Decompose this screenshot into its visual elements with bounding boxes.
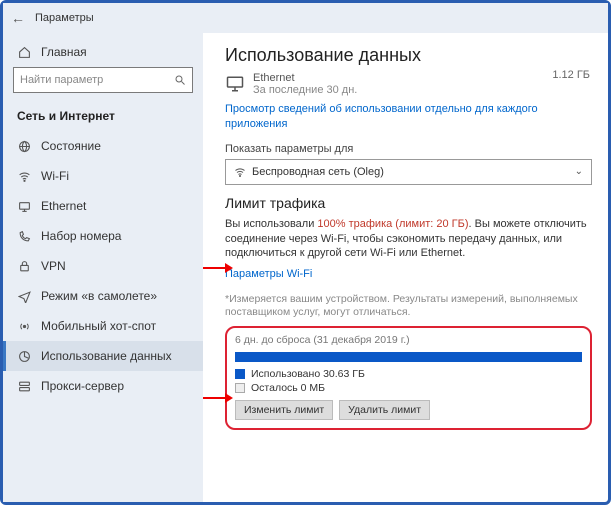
titlebar-label: Параметры: [35, 12, 94, 24]
legend-used-label: Использовано 30.63 ГБ: [251, 368, 365, 380]
sidebar-item-label: VPN: [41, 259, 66, 273]
sidebar-item-data-usage[interactable]: Использование данных: [3, 341, 203, 371]
wifi-icon: [234, 166, 246, 178]
sidebar-item-proxy[interactable]: Прокси-сервер: [3, 371, 203, 401]
search-icon: [174, 74, 186, 86]
titlebar: ← Параметры: [3, 3, 608, 33]
footnote: *Измеряется вашим устройством. Результат…: [225, 293, 592, 320]
total-usage: 1.12 ГБ: [552, 69, 590, 81]
home-icon: [17, 46, 31, 59]
swatch-blue: [235, 369, 245, 379]
legend-used: Использовано 30.63 ГБ: [235, 368, 582, 380]
proxy-icon: [17, 380, 31, 393]
sidebar-item-hotspot[interactable]: Мобильный хот-спот: [3, 311, 203, 341]
sidebar-item-vpn[interactable]: VPN: [3, 251, 203, 281]
sidebar-item-status[interactable]: Состояние: [3, 131, 203, 161]
per-app-link[interactable]: Просмотр сведений об использовании отдел…: [225, 102, 592, 133]
hotspot-icon: [17, 320, 31, 333]
eth-sub: За последние 30 дн.: [253, 84, 357, 96]
search-input[interactable]: Найти параметр: [13, 67, 193, 93]
dropdown-value: Беспроводная сеть (Oleg): [252, 166, 575, 178]
wifi-icon: [17, 170, 31, 183]
sidebar-section-title: Сеть и Интернет: [3, 103, 203, 131]
search-placeholder: Найти параметр: [20, 74, 103, 86]
delete-limit-button[interactable]: Удалить лимит: [339, 400, 430, 420]
sidebar-item-wifi[interactable]: Wi-Fi: [3, 161, 203, 191]
swatch-grey: [235, 383, 245, 393]
vpn-icon: [17, 260, 31, 273]
sidebar-item-label: Мобильный хот-спот: [41, 319, 156, 333]
used-red: 100% трафика (лимит: 20 ГБ): [317, 218, 468, 230]
limit-box: 6 дн. до сброса (31 декабря 2019 г.) Исп…: [225, 326, 592, 430]
data-usage-icon: [17, 350, 31, 363]
show-for-label: Показать параметры для: [225, 143, 592, 155]
eth-name: Ethernet: [253, 72, 357, 84]
sidebar-item-ethernet[interactable]: Ethernet: [3, 191, 203, 221]
usage-paragraph: Вы использовали 100% трафика (лимит: 20 …: [225, 217, 592, 262]
sidebar-home[interactable]: Главная: [3, 41, 203, 67]
legend-left-label: Осталось 0 МБ: [251, 382, 325, 394]
sidebar-item-label: Ethernet: [41, 199, 86, 213]
sidebar-item-label: Wi-Fi: [41, 169, 69, 183]
sidebar-item-label: Набор номера: [41, 229, 121, 243]
sidebar-item-dialup[interactable]: Набор номера: [3, 221, 203, 251]
dialup-icon: [17, 230, 31, 243]
used-prefix: Вы использовали: [225, 218, 317, 230]
sidebar-item-label: Прокси-сервер: [41, 379, 124, 393]
ethernet-icon: [17, 200, 31, 213]
page-title: Использование данных: [225, 45, 592, 66]
back-icon[interactable]: ←: [11, 10, 25, 26]
reset-text: 6 дн. до сброса (31 декабря 2019 г.): [235, 334, 582, 346]
network-dropdown[interactable]: Беспроводная сеть (Oleg) ⌄: [225, 159, 592, 185]
airplane-icon: [17, 290, 31, 303]
content: Главная Найти параметр Сеть и Интернет С…: [3, 33, 608, 502]
sidebar-item-label: Использование данных: [41, 349, 172, 363]
ethernet-summary: Ethernet За последние 30 дн.: [225, 72, 592, 96]
status-icon: [17, 140, 31, 153]
usage-bar: [235, 352, 582, 362]
sidebar-item-label: Состояние: [41, 139, 101, 153]
chevron-down-icon: ⌄: [575, 166, 583, 177]
wifi-params-link[interactable]: Параметры Wi-Fi: [225, 267, 592, 282]
change-limit-button[interactable]: Изменить лимит: [235, 400, 333, 420]
main: Использование данных 1.12 ГБ Ethernet За…: [203, 33, 608, 502]
sidebar-item-airplane[interactable]: Режим «в самолете»: [3, 281, 203, 311]
sidebar-item-label: Режим «в самолете»: [41, 289, 157, 303]
monitor-icon: [225, 75, 245, 93]
sidebar: Главная Найти параметр Сеть и Интернет С…: [3, 33, 203, 502]
legend-left: Осталось 0 МБ: [235, 382, 582, 394]
limit-heading: Лимит трафика: [225, 195, 592, 211]
sidebar-home-label: Главная: [41, 45, 87, 59]
